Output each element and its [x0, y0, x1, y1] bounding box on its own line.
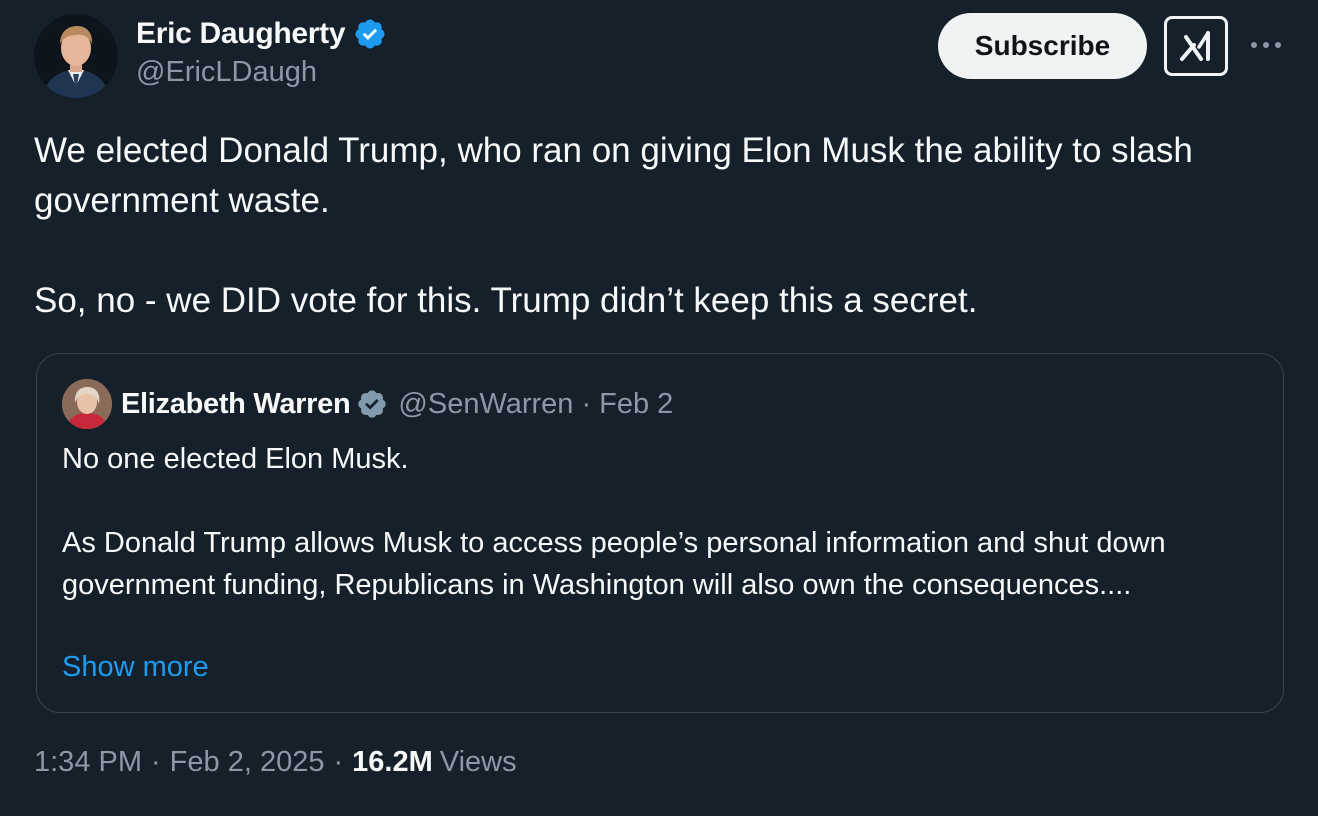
subscribe-button[interactable]: Subscribe: [938, 13, 1147, 79]
more-horizontal-icon: [1251, 42, 1281, 48]
more-options-button[interactable]: [1248, 30, 1284, 60]
quoted-tweet-text: No one elected Elon Musk. As Donald Trum…: [62, 443, 1166, 601]
tweet-text: We elected Donald Trump, who ran on givi…: [34, 131, 1193, 320]
tweet: Eric Daugherty @EricLDaugh Subscribe We …: [0, 0, 1318, 816]
views-label: Views: [439, 746, 517, 778]
author-name[interactable]: Eric Daugherty: [136, 17, 346, 51]
author-name-row: Eric Daugherty: [136, 14, 387, 54]
meta-separator: ·: [333, 746, 344, 778]
tweet-time[interactable]: 1:34 PM: [34, 746, 142, 779]
show-more-link[interactable]: Show more: [62, 646, 209, 688]
quoted-tweet[interactable]: Elizabeth Warren @SenWarren · Feb 2 No o…: [36, 353, 1284, 713]
meta-separator: ·: [151, 746, 161, 778]
quoted-separator: ·: [581, 387, 592, 420]
grok-button[interactable]: [1164, 16, 1228, 76]
quoted-author-name[interactable]: Elizabeth Warren: [121, 388, 351, 421]
tweet-meta: 1:34 PM · Feb 2, 2025 · 16.2M Views: [34, 746, 517, 779]
quoted-author-avatar[interactable]: [62, 379, 112, 429]
author-avatar[interactable]: [34, 14, 118, 98]
tweet-date[interactable]: Feb 2, 2025: [170, 746, 325, 779]
verified-badge-icon[interactable]: [353, 17, 387, 51]
author-handle[interactable]: @EricLDaugh: [136, 56, 317, 89]
quoted-header: Elizabeth Warren @SenWarren · Feb 2: [121, 384, 673, 424]
gray-verified-badge-icon[interactable]: [356, 388, 388, 420]
quoted-author-handle[interactable]: @SenWarren: [398, 388, 573, 421]
quoted-date[interactable]: Feb 2: [599, 388, 673, 421]
views-count[interactable]: 16.2M: [352, 746, 433, 779]
grok-icon: [1180, 31, 1210, 61]
